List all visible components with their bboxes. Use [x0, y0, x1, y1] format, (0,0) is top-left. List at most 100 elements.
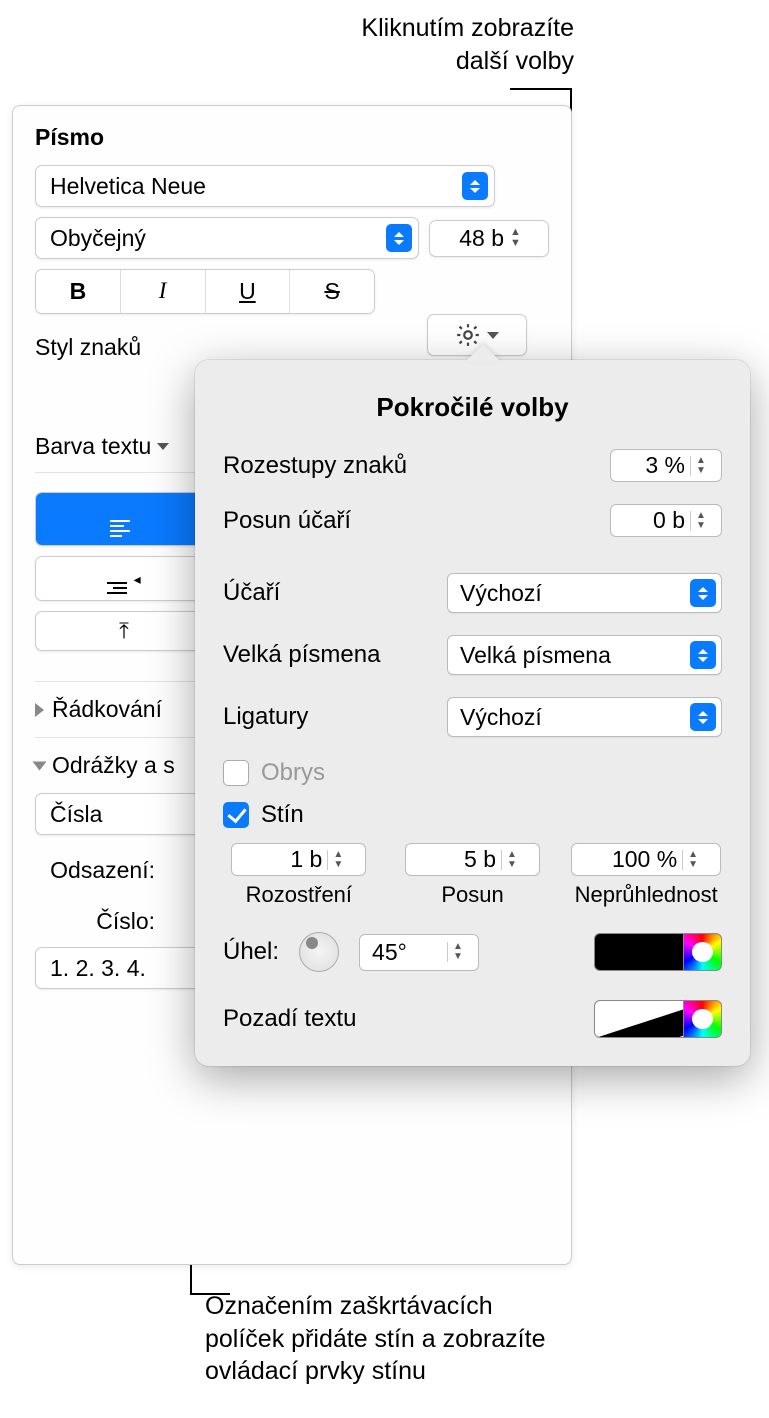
bg-text-row: Pozadí textu	[223, 1000, 722, 1038]
stepper-down-icon[interactable]: ▼	[507, 860, 517, 870]
callout-bottom: Označením zaškrtávacích políček přidáte …	[205, 1290, 545, 1388]
shadow-blur-field[interactable]: ▲▼	[231, 843, 366, 876]
strikethrough-button[interactable]: S	[290, 270, 374, 313]
ligatures-value: Výchozí	[460, 704, 542, 731]
number-format-value: 1. 2. 3. 4.	[50, 955, 146, 982]
font-family-value: Helvetica Neue	[50, 173, 206, 200]
vertical-align-popup[interactable]: ⤒	[35, 611, 205, 651]
baseline-popup[interactable]: Výchozí	[447, 573, 722, 613]
bg-text-label: Pozadí textu	[223, 1005, 356, 1033]
font-style-value: Obyčejný	[50, 225, 146, 252]
outline-checkbox[interactable]	[223, 760, 249, 786]
callout-top-text: Kliknutím zobrazíte další volby	[361, 14, 574, 75]
stepper-down-icon[interactable]: ▼	[453, 952, 463, 962]
bold-button[interactable]: B	[36, 270, 121, 313]
stepper-up-icon[interactable]: ▲	[696, 511, 706, 521]
outline-checkbox-row[interactable]: Obrys	[223, 759, 722, 787]
bg-color-well[interactable]	[594, 1000, 684, 1038]
popup-arrows-icon	[386, 224, 412, 252]
shadow-color-controls	[594, 933, 722, 971]
underline-button[interactable]: U	[206, 270, 291, 313]
outline-label: Obrys	[261, 759, 325, 787]
stepper-down-icon[interactable]: ▼	[510, 238, 521, 249]
ligatures-label: Ligatury	[223, 703, 308, 731]
bg-color-controls	[594, 1000, 722, 1038]
shadow-offset-field[interactable]: ▲▼	[405, 843, 540, 876]
angle-dial-handle-icon	[306, 937, 318, 949]
stepper-down-icon[interactable]: ▼	[333, 860, 343, 870]
baseline-label: Účaří	[223, 579, 280, 607]
callout-bottom-text: Označením zaškrtávacích políček přidáte …	[205, 1292, 545, 1385]
tracking-field[interactable]: ▲▼	[610, 449, 722, 482]
stepper-up-icon[interactable]: ▲	[688, 850, 698, 860]
shadow-blur-label: Rozostření	[246, 882, 352, 908]
font-size-stepper[interactable]: ▲ ▼	[510, 227, 521, 249]
font-section-title: Písmo	[35, 124, 549, 151]
caps-value: Velká písmena	[460, 642, 611, 669]
font-style-popup[interactable]: Obyčejný	[35, 217, 419, 259]
shadow-opacity-stepper[interactable]: ▲▼	[682, 850, 698, 870]
disclosure-triangle-icon	[35, 703, 44, 717]
stepper-up-icon[interactable]: ▲	[333, 850, 343, 860]
alignment-segmented	[35, 492, 205, 546]
shadow-blur-stepper[interactable]: ▲▼	[327, 850, 343, 870]
shadow-offset-label: Posun	[441, 882, 503, 908]
color-picker-button[interactable]	[684, 1000, 722, 1038]
font-family-popup[interactable]: Helvetica Neue	[35, 165, 495, 207]
popup-arrows-icon	[462, 172, 488, 200]
font-style-segmented: B I U S	[35, 269, 375, 314]
shadow-checkbox-row[interactable]: Stín	[223, 801, 722, 829]
shadow-opacity-label: Neprůhlednost	[575, 882, 718, 908]
popup-arrows-icon	[690, 703, 716, 731]
bullets-style-value: Čísla	[50, 801, 102, 828]
angle-field[interactable]: ▲▼	[359, 934, 479, 971]
baseline-shift-field[interactable]: ▲▼	[610, 504, 722, 537]
angle-label: Úhel:	[223, 938, 279, 966]
shadow-opacity-input[interactable]	[582, 846, 677, 873]
bullets-label: Odrážky a s	[52, 752, 175, 779]
linespacing-label: Řádkování	[52, 696, 162, 723]
italic-button[interactable]: I	[121, 270, 206, 313]
baseline-shift-input[interactable]	[621, 507, 685, 534]
advanced-options-popover: Pokročilé volby Rozestupy znaků ▲▼ Posun…	[195, 360, 750, 1066]
align-left-button[interactable]	[36, 493, 204, 545]
popup-arrows-icon	[690, 579, 716, 607]
shadow-offset-stepper[interactable]: ▲▼	[501, 850, 517, 870]
tracking-input[interactable]	[621, 452, 685, 479]
baseline-shift-stepper[interactable]: ▲▼	[690, 511, 706, 531]
shadow-offset-input[interactable]	[416, 846, 496, 873]
tracking-stepper[interactable]: ▲▼	[690, 456, 706, 476]
align-left-icon	[110, 520, 130, 537]
indent-popup[interactable]: ◂	[35, 556, 205, 601]
baseline-shift-row: Posun účaří ▲▼	[223, 504, 722, 537]
angle-dial[interactable]	[299, 932, 339, 972]
shadow-color-well[interactable]	[594, 933, 684, 971]
shadow-opacity-field[interactable]: ▲▼	[571, 843, 721, 876]
caps-label: Velká písmena	[223, 641, 380, 669]
popover-title: Pokročilé volby	[223, 392, 722, 423]
ligatures-popup[interactable]: Výchozí	[447, 697, 722, 737]
shadow-label: Stín	[261, 801, 304, 829]
tracking-row: Rozestupy znaků ▲▼	[223, 449, 722, 482]
vertical-align-top-icon: ⤒	[50, 618, 198, 644]
stepper-down-icon[interactable]: ▼	[696, 521, 706, 531]
baseline-shift-label: Posun účaří	[223, 507, 351, 535]
baseline-value: Výchozí	[460, 580, 542, 607]
stepper-up-icon[interactable]: ▲	[507, 850, 517, 860]
shadow-blur-input[interactable]	[242, 846, 322, 873]
font-size-input[interactable]	[444, 225, 504, 252]
indent-label: Odsazení:	[35, 857, 155, 884]
font-size-field[interactable]: ▲ ▼	[429, 220, 549, 257]
disclosure-triangle-icon	[33, 761, 47, 770]
color-picker-button[interactable]	[684, 933, 722, 971]
callout-top: Kliknutím zobrazíte další volby	[361, 12, 574, 77]
stepper-down-icon[interactable]: ▼	[688, 860, 698, 870]
stepper-up-icon[interactable]: ▲	[696, 456, 706, 466]
stepper-down-icon[interactable]: ▼	[696, 466, 706, 476]
shadow-checkbox[interactable]	[223, 802, 249, 828]
baseline-row: Účaří Výchozí	[223, 573, 722, 613]
tracking-label: Rozestupy znaků	[223, 452, 407, 480]
caps-popup[interactable]: Velká písmena	[447, 635, 722, 675]
angle-input[interactable]	[372, 939, 442, 966]
angle-stepper[interactable]: ▲▼	[447, 942, 463, 962]
